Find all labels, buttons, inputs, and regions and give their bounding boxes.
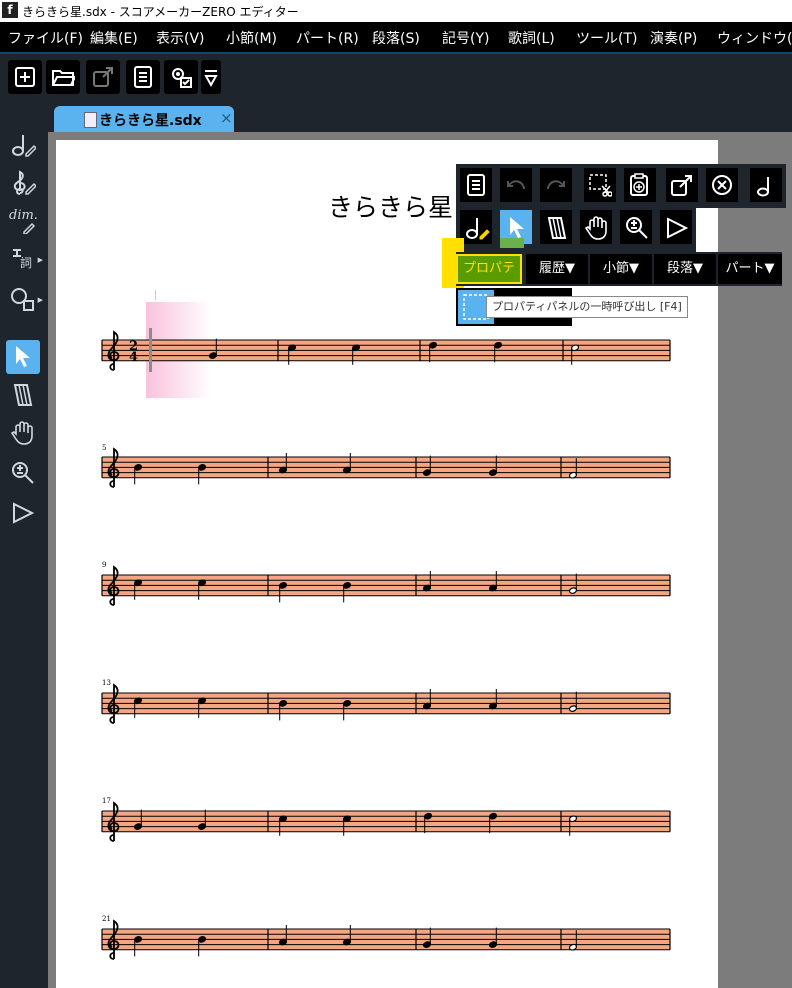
- input-cursor: [149, 328, 152, 372]
- zoom-icon: [626, 217, 648, 239]
- part-dropdown[interactable]: パート▼: [718, 254, 782, 284]
- measure-number: 5: [102, 444, 107, 452]
- eraser-button[interactable]: [540, 210, 572, 244]
- hand-icon: [584, 216, 607, 240]
- note-icon: [757, 177, 769, 197]
- focus-marker: [500, 238, 524, 248]
- document-list-icon: [467, 174, 485, 196]
- paste-icon: [630, 173, 648, 196]
- undo-button[interactable]: [500, 168, 532, 202]
- document-list-button[interactable]: [460, 168, 492, 202]
- tooltip: プロパティパネルの一時呼び出し [F4]: [486, 296, 688, 318]
- hand-button[interactable]: [580, 210, 612, 244]
- close-button[interactable]: [706, 168, 738, 202]
- measure-number: 13: [102, 679, 111, 687]
- export-button[interactable]: [666, 168, 698, 202]
- float-palette-row2: [456, 208, 696, 252]
- close-circle-icon: [712, 175, 732, 195]
- paste-button[interactable]: [624, 168, 656, 202]
- paragraph-dropdown[interactable]: 段落▼: [654, 254, 716, 284]
- play-button[interactable]: [660, 210, 692, 244]
- measure-number: 17: [102, 797, 111, 805]
- eraser-icon: [547, 217, 567, 239]
- measure-dropdown[interactable]: 小節▼: [590, 254, 652, 284]
- redo-button[interactable]: [540, 168, 572, 202]
- note-pencil-icon: [466, 218, 490, 240]
- measure-number: 21: [102, 915, 111, 923]
- measure-number: 9: [102, 561, 107, 569]
- undo-icon: [507, 180, 525, 190]
- select-cut-icon: [589, 174, 612, 197]
- export-icon: [671, 175, 692, 196]
- float-dropdown-row: プロパティ 履歴▼ 小節▼ 段落▼ パート▼: [456, 252, 782, 302]
- property-button[interactable]: プロパティ: [456, 254, 522, 302]
- note-button[interactable]: [750, 168, 782, 202]
- history-dropdown[interactable]: 履歴▼: [526, 254, 588, 284]
- note-input-button[interactable]: [460, 210, 492, 244]
- select-cut-button[interactable]: [584, 168, 616, 202]
- score-staves[interactable]: 24: [0, 0, 792, 988]
- play-icon: [667, 217, 689, 239]
- zoom-button[interactable]: [620, 210, 652, 244]
- time-signature-bottom: 4: [129, 350, 138, 365]
- float-palette-row1: [456, 164, 786, 208]
- redo-icon: [547, 180, 565, 190]
